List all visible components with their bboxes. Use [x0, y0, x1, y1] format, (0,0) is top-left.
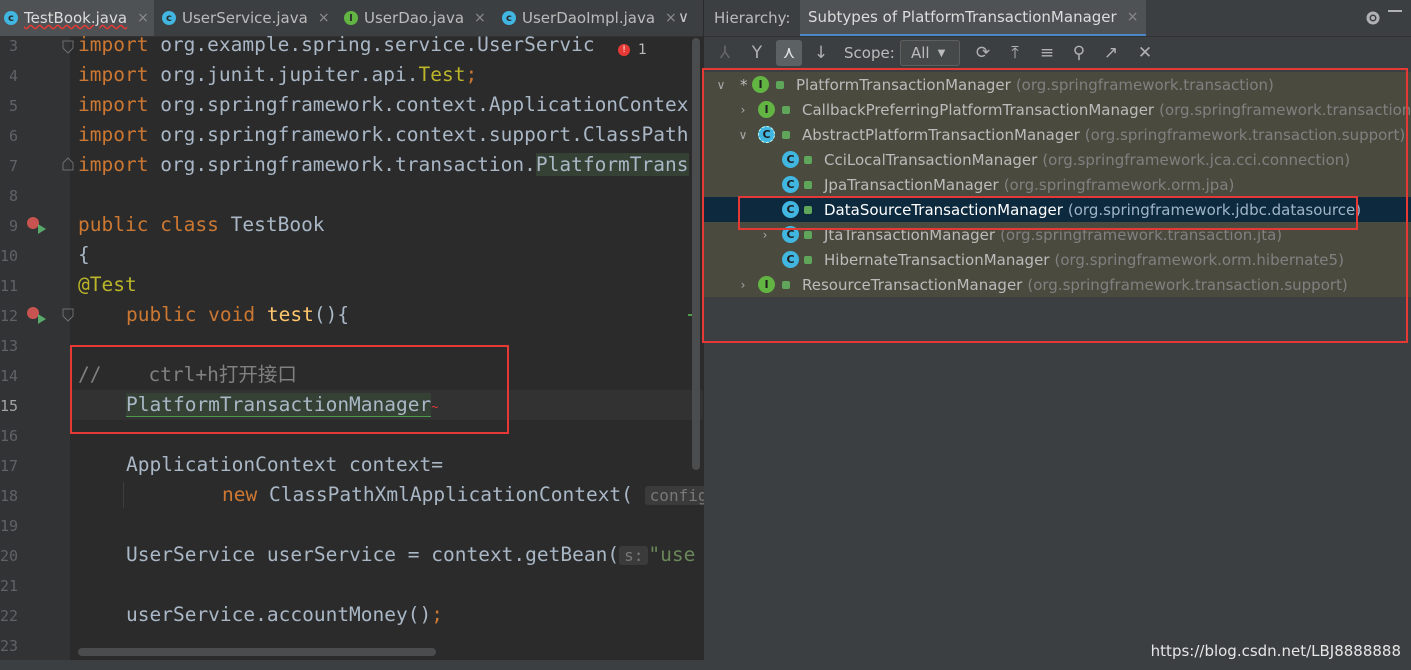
code-line: import org.springframework.context.suppo… — [78, 123, 689, 146]
code-line: new ClassPathXmlApplicationContext( conf… — [222, 480, 713, 510]
indent-guide — [123, 482, 124, 508]
line-number: 23 — [0, 637, 19, 655]
error-icon: ! — [618, 44, 630, 56]
line-number: 21 — [0, 577, 19, 595]
line-number: 11 — [0, 277, 19, 295]
fold-icon[interactable] — [62, 157, 74, 171]
code-line: ApplicationContext context= — [126, 453, 443, 476]
code-line: import org.springframework.transaction.P… — [78, 153, 689, 176]
code-line: userService.accountMoney(); — [126, 603, 443, 626]
fold-icon[interactable] — [62, 308, 74, 322]
code-line: import org.junit.jupiter.api.Test; — [78, 63, 478, 86]
close-icon[interactable]: × — [474, 10, 486, 26]
line-number: 5 — [8, 97, 18, 115]
parameter-hint: config — [644, 486, 713, 505]
run-test-icon[interactable] — [26, 216, 48, 234]
class-hierarchy-icon[interactable]: ⋏ — [776, 40, 802, 66]
run-test-icon[interactable] — [26, 306, 48, 324]
close-icon[interactable]: × — [1127, 9, 1139, 25]
open-in-window-icon[interactable]: ↗ — [1098, 40, 1124, 66]
hierarchy-label: Hierarchy: — [714, 9, 791, 27]
line-number: 3 — [8, 37, 18, 55]
horizontal-scrollbar[interactable] — [78, 648, 436, 656]
expand-all-icon[interactable]: ≡ — [1034, 40, 1060, 66]
class-icon: c — [4, 11, 18, 25]
line-number: 18 — [0, 487, 19, 505]
line-number: 12 — [0, 307, 19, 325]
line-number: 9 — [8, 217, 18, 235]
supertypes-icon[interactable]: ⅄ — [712, 40, 738, 66]
close-icon[interactable]: ✕ — [1132, 40, 1158, 66]
chevron-down-icon: ▼ — [937, 47, 946, 59]
subtypes-icon[interactable]: Y — [744, 40, 770, 66]
line-number: 10 — [0, 247, 19, 265]
code-line: { — [78, 243, 90, 266]
class-icon: c — [162, 11, 176, 25]
code-line: public void test(){ — [126, 303, 350, 326]
export-icon[interactable]: ⤒ — [1002, 40, 1028, 66]
line-number: 13 — [0, 337, 19, 355]
line-number: 22 — [0, 607, 19, 625]
code-line: UserService userService = context.getBea… — [126, 543, 696, 566]
line-number: 7 — [8, 157, 18, 175]
parameter-hint: s: — [619, 546, 649, 565]
code-line: import org.springframework.context.Appli… — [78, 93, 689, 116]
line-number: 6 — [8, 127, 18, 145]
scope-select[interactable]: All ▼ — [900, 40, 960, 66]
code-line: public class TestBook — [78, 213, 325, 236]
tab-subtypes[interactable]: Subtypes of PlatformTransactionManager × — [800, 0, 1147, 36]
fold-icon[interactable] — [62, 40, 74, 54]
close-icon[interactable]: × — [137, 10, 149, 26]
pin-icon[interactable]: ⚲ — [1066, 40, 1092, 66]
error-count: 1 — [638, 42, 647, 58]
gear-icon[interactable] — [1364, 9, 1382, 27]
annotation-highlight-box — [738, 196, 1358, 230]
line-number: 4 — [8, 67, 18, 85]
line-number: 14 — [0, 367, 19, 385]
status-bar — [0, 660, 1411, 670]
line-number: 20 — [0, 547, 19, 565]
line-number: 16 — [0, 427, 19, 445]
annotation-highlight-box — [70, 345, 509, 434]
line-number: 19 — [0, 517, 19, 535]
interface-icon: I — [344, 11, 358, 25]
code-line: import org.example.spring.service.UserSe… — [78, 33, 595, 56]
watermark: https://blog.csdn.net/LBJ8888888 — [1150, 642, 1401, 660]
scope-label: Scope: — [844, 44, 895, 62]
inspection-widget[interactable]: ! 1 — [618, 42, 647, 58]
minimize-icon[interactable] — [1388, 10, 1402, 12]
hierarchy-header: Hierarchy: Subtypes of PlatformTransacti… — [704, 0, 1411, 37]
hierarchy-toolbar: ⅄ Y ⋏ ↓ Scope: All ▼ ⟳ ⤒ ≡ ⚲ ↗ ✕ — [704, 37, 1411, 69]
close-icon[interactable]: × — [665, 10, 677, 26]
line-number: 8 — [8, 187, 18, 205]
line-number: 17 — [0, 457, 19, 475]
code-line: @Test — [78, 273, 137, 296]
class-icon: c — [502, 11, 516, 25]
vertical-scrollbar[interactable] — [692, 38, 700, 470]
line-number: 15 — [0, 397, 19, 415]
sort-alphabetically-icon[interactable]: ↓ — [808, 40, 834, 66]
refresh-icon[interactable]: ⟳ — [970, 40, 996, 66]
tab-list-chevron-icon[interactable]: ∨ — [678, 8, 689, 26]
close-icon[interactable]: × — [318, 10, 330, 26]
